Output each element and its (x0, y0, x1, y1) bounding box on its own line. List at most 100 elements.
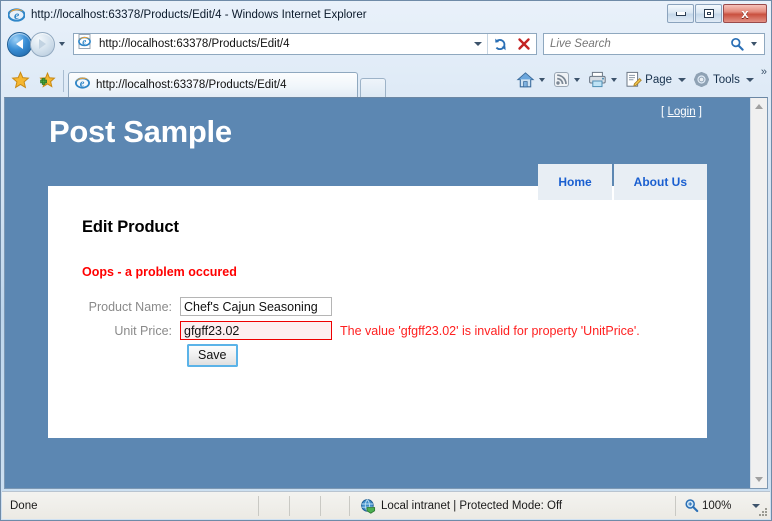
page-icon (626, 71, 642, 87)
favorites-buttons (7, 67, 59, 97)
search-box-container[interactable]: Live Search (543, 33, 765, 55)
chevron-down-icon (611, 77, 618, 82)
nav-link-about-us[interactable]: About Us (634, 175, 687, 189)
login-display: [ Login ] (661, 106, 702, 118)
security-zone-panel[interactable]: Local intranet | Protected Mode: Off (350, 498, 675, 514)
close-button[interactable]: x (723, 4, 767, 23)
maximize-button[interactable] (695, 4, 722, 23)
refresh-button[interactable] (488, 34, 512, 54)
product-name-label: Product Name: (88, 299, 172, 314)
divider (258, 495, 259, 516)
main-content-card: Edit Product Oops - a problem occured Pr… (48, 186, 707, 438)
stop-x-icon (518, 38, 530, 50)
status-bar: Done Local intranet | Protected Mode: Of… (2, 491, 770, 519)
tab-bar: e http://localhost:63378/Products/Edit/4 (1, 60, 771, 97)
status-text: Done (10, 499, 38, 512)
zoom-magnifier-icon (684, 498, 699, 513)
divider (63, 70, 64, 92)
feeds-dropdown-button[interactable] (570, 77, 584, 82)
home-dropdown-button[interactable] (535, 77, 549, 82)
add-to-favorites-button[interactable] (33, 67, 59, 93)
magnifier-icon (731, 37, 744, 51)
login-bracket-close: ] (698, 106, 702, 118)
chevron-down-icon (474, 42, 482, 46)
search-provider-dropdown[interactable] (746, 42, 762, 46)
command-bar-overflow-button[interactable]: » (761, 67, 767, 78)
chevron-down-icon (751, 42, 757, 46)
ie-page-icon: e (75, 75, 91, 95)
scroll-down-icon (755, 477, 763, 482)
page-dropdown-button[interactable] (675, 77, 689, 82)
forward-arrow-icon (39, 39, 46, 49)
recent-pages-button[interactable] (55, 34, 69, 54)
divider (289, 495, 290, 516)
page-menu-button[interactable]: Page (623, 68, 691, 92)
search-button[interactable] (728, 37, 746, 51)
globe-shield-icon (360, 498, 376, 514)
window-controls: x (666, 4, 767, 23)
save-button[interactable]: Save (187, 344, 238, 367)
favorites-center-button[interactable] (7, 67, 33, 93)
star-plus-icon (38, 71, 56, 88)
new-tab-button[interactable] (360, 78, 386, 97)
tab-active[interactable]: e http://localhost:63378/Products/Edit/4 (68, 72, 358, 97)
login-link[interactable]: Login (667, 106, 695, 118)
minimize-icon (675, 11, 686, 16)
scrollbar-down-button[interactable] (751, 471, 767, 488)
window-title: http://localhost:63378/Products/Edit/4 -… (31, 8, 367, 21)
home-button[interactable] (514, 68, 551, 92)
validation-summary: Oops - a problem occured (82, 265, 237, 279)
edit-product-form: Product Name: Unit Price: The value 'gfg… (82, 297, 673, 367)
search-input[interactable]: Live Search (550, 38, 728, 50)
svg-text:e: e (80, 79, 85, 90)
address-bar-row: e http://localhost:63378/Products/Edit/4 (1, 28, 771, 60)
maximize-icon (703, 9, 714, 18)
nav-item-home[interactable]: Home (538, 164, 612, 200)
tools-menu-button[interactable]: Tools (691, 68, 759, 92)
nav-link-home[interactable]: Home (558, 175, 591, 189)
zoom-level-text: 100% (702, 499, 732, 512)
ie-logo-icon: e (8, 6, 25, 23)
tab-label: http://localhost:63378/Products/Edit/4 (96, 79, 287, 91)
window-resize-grip[interactable] (758, 507, 768, 517)
star-icon (10, 70, 30, 88)
feeds-button[interactable] (551, 68, 586, 92)
scroll-up-icon (755, 104, 763, 109)
chevron-down-icon (574, 77, 581, 82)
print-dropdown-button[interactable] (607, 77, 621, 82)
tools-dropdown-button[interactable] (743, 77, 757, 82)
chevron-down-icon (745, 77, 754, 82)
scrollbar-up-button[interactable] (751, 98, 767, 115)
chevron-down-icon (678, 77, 687, 82)
address-dropdown-button[interactable] (469, 34, 487, 54)
title-bar: e http://localhost:63378/Products/Edit/4… (1, 1, 771, 28)
main-navigation: Home About Us (536, 164, 707, 200)
page-document: [ Login ] Post Sample Home About Us Edit… (5, 98, 750, 488)
ie-page-icon: e (78, 34, 94, 54)
close-icon: x (741, 6, 749, 21)
unit-price-input[interactable] (180, 321, 332, 340)
print-button[interactable] (586, 68, 623, 92)
browser-window: e http://localhost:63378/Products/Edit/4… (0, 0, 772, 521)
nav-item-about-us[interactable]: About Us (613, 164, 707, 200)
refresh-icon (494, 38, 506, 50)
unit-price-error-message: The value 'gfgff23.02' is invalid for pr… (340, 323, 640, 338)
zoom-panel[interactable]: 100% (676, 498, 770, 513)
back-button[interactable] (7, 31, 32, 57)
vertical-scrollbar[interactable] (750, 98, 767, 488)
command-bar: Page Tools » (514, 67, 767, 97)
forward-button[interactable] (30, 31, 55, 57)
address-input[interactable]: http://localhost:63378/Products/Edit/4 (99, 38, 469, 50)
page-viewport: [ Login ] Post Sample Home About Us Edit… (4, 97, 768, 489)
address-input-container[interactable]: e http://localhost:63378/Products/Edit/4 (73, 33, 537, 55)
chevron-down-icon (59, 42, 65, 46)
security-zone-text: Local intranet | Protected Mode: Off (381, 499, 563, 512)
minimize-button[interactable] (667, 4, 694, 23)
site-header: [ Login ] Post Sample Home About Us (5, 98, 750, 200)
tools-menu-label: Tools (713, 73, 740, 86)
stop-button[interactable] (512, 34, 536, 54)
login-bracket-open: [ (661, 106, 665, 118)
svg-text:e: e (82, 37, 86, 47)
product-name-input[interactable] (180, 297, 332, 316)
back-arrow-icon (16, 39, 23, 49)
